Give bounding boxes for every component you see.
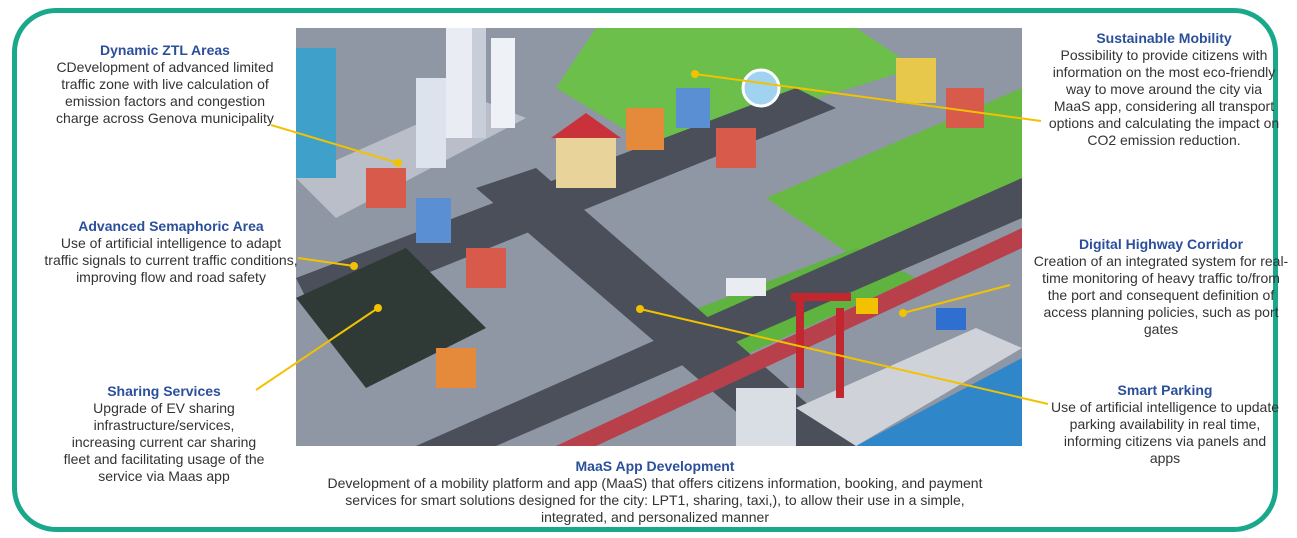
callout-text: Possibility to provide citizens with inf… bbox=[1048, 47, 1280, 148]
fountain bbox=[741, 68, 781, 108]
port-crane bbox=[836, 308, 844, 398]
tower bbox=[416, 78, 446, 168]
callout-text: Use of artificial intelligence to update… bbox=[1050, 399, 1280, 466]
container bbox=[936, 308, 966, 330]
callout-maas-app: MaaS App Development Development of a mo… bbox=[322, 458, 988, 526]
house bbox=[466, 248, 506, 288]
callout-title: Digital Highway Corridor bbox=[1078, 236, 1244, 252]
callout-title: Dynamic ZTL Areas bbox=[100, 42, 230, 58]
port-crane bbox=[796, 298, 804, 388]
truck bbox=[726, 278, 766, 296]
house bbox=[736, 388, 796, 446]
tower bbox=[296, 48, 336, 178]
callout-title: Smart Parking bbox=[1117, 382, 1213, 398]
callout-title: MaaS App Development bbox=[575, 458, 735, 474]
callout-smart-parking: Smart Parking Use of artificial intellig… bbox=[1048, 382, 1282, 467]
house bbox=[366, 168, 406, 208]
container bbox=[856, 298, 878, 314]
callout-title: Advanced Semaphoric Area bbox=[78, 218, 264, 234]
callout-digital-highway: Digital Highway Corridor Creation of an … bbox=[1032, 236, 1290, 338]
callout-text: Upgrade of EV sharing infrastructure/ser… bbox=[63, 400, 265, 484]
callout-title: Sharing Services bbox=[107, 383, 221, 399]
house bbox=[896, 58, 936, 103]
house bbox=[626, 108, 664, 150]
house bbox=[676, 88, 710, 128]
callout-text: Creation of an integrated system for rea… bbox=[1033, 253, 1289, 337]
callout-text: Use of artificial intelligence to adapt … bbox=[44, 235, 298, 285]
callout-dynamic-ztl: Dynamic ZTL Areas CDevelopment of advanc… bbox=[52, 42, 278, 127]
tower bbox=[472, 28, 486, 138]
callout-sharing-services: Sharing Services Upgrade of EV sharing i… bbox=[60, 383, 268, 485]
callout-title: Sustainable Mobility bbox=[1096, 30, 1232, 46]
port-crane bbox=[791, 293, 851, 301]
callout-text: CDevelopment of advanced limited traffic… bbox=[56, 59, 274, 126]
house bbox=[416, 198, 451, 243]
house bbox=[436, 348, 476, 388]
callout-text: Development of a mobility platform and a… bbox=[327, 475, 983, 525]
house bbox=[556, 138, 616, 188]
tower bbox=[491, 38, 515, 128]
city-illustration bbox=[296, 28, 1022, 446]
house bbox=[946, 88, 984, 128]
house bbox=[716, 128, 756, 168]
tower bbox=[446, 28, 472, 138]
callout-advanced-semaphoric: Advanced Semaphoric Area Use of artifici… bbox=[42, 218, 300, 286]
callout-sustainable-mobility: Sustainable Mobility Possibility to prov… bbox=[1046, 30, 1282, 149]
